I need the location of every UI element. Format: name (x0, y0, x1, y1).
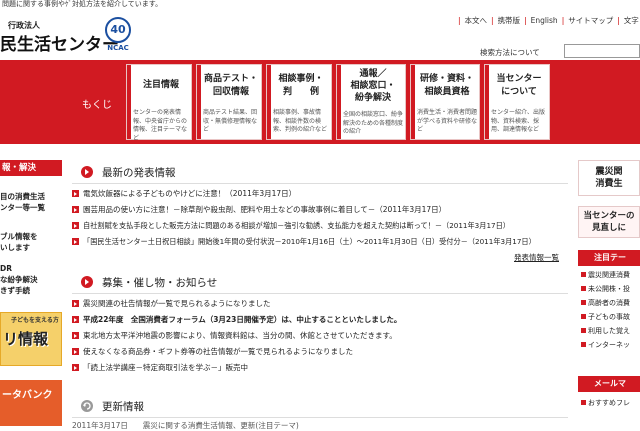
mail-magazine-heading: メールマ (578, 376, 640, 392)
event-item[interactable]: 「読上法学講座－特定商取引法を学ぶ－」販売中 (72, 362, 248, 373)
review-banner-line2: 見直しに (591, 223, 626, 233)
emblem-text: NCAC (107, 44, 129, 52)
nav-card-title: 当センター について (496, 74, 542, 97)
news-item[interactable]: 電気炊飯器による子どものやけどに注意！（2011年3月17日） (72, 188, 296, 199)
event-item[interactable]: 平成22年度 全国消費者フォーラム（3月23日開催予定）は、中止することといたし… (72, 314, 401, 325)
kids-banner-sub: 子どもを支える方 (11, 317, 59, 324)
nav-card-desc: センター紹介、出版物、資料検索、採用、調達情報など (491, 109, 546, 133)
events-section-header: 募集・催し物・お知らせ (72, 270, 568, 294)
theme-link[interactable]: 未公開株・投 (578, 284, 640, 294)
sidebar-item-adr-2[interactable]: な紛争解決 (0, 275, 62, 285)
site-header: 行政法人 民生活センター 40 NCAC | 本文へ | 携帯版 | English | サイ… (0, 10, 640, 60)
nav-card-product-test[interactable]: 商品テスト・ 回収情報 商品テスト結果、回収・無償修理情報など (196, 64, 262, 140)
earthquake-info-banner[interactable]: 震災関 消費生 (578, 160, 640, 196)
updates-section-title: 更新情報 (102, 401, 144, 413)
link-skip-to-content[interactable]: 本文へ (465, 16, 488, 25)
event-item[interactable]: 東北地方太平洋沖地震の影響により、情報資料館は、当分の間、休館とさせていただきま… (72, 330, 397, 341)
left-sidebar: 報・解決 目の消費生活 ンター等一覧 ブル情報を いします DR な紛争解決 き… (0, 160, 62, 426)
sidebar-item-centers-2[interactable]: ンター等一覧 (0, 203, 62, 213)
link-sitemap[interactable]: サイトマップ (568, 16, 613, 25)
theme-link[interactable]: 子どもの事故 (578, 312, 640, 322)
earthquake-banner-line1: 震災関 (595, 167, 623, 177)
sidebar-item-trouble[interactable]: ブル情報を (0, 232, 62, 242)
mail-magazine-link[interactable]: おすすめフレ (578, 398, 640, 408)
events-section-title: 募集・催し物・お知らせ (102, 277, 218, 289)
link-mobile[interactable]: 携帯版 (498, 16, 521, 25)
news-more-link[interactable]: 発表情報一覧 (514, 252, 559, 263)
refresh-icon (81, 400, 93, 412)
event-item[interactable]: 震災関連の社告情報が一覧で見られるようになりました (72, 298, 271, 309)
nav-card-desc: 商品テスト結果、回収・無償修理情報など (203, 109, 258, 133)
kids-banner-title: リ情報 (3, 330, 49, 348)
search-input[interactable] (564, 44, 640, 58)
news-item[interactable]: 「国民生活センター土日祝日相談」開始後1年間の受付状況－2010年1月16日（土… (72, 236, 536, 247)
theme-link[interactable]: 利用した覚え (578, 326, 640, 336)
event-item[interactable]: 使えなくなる商品券・ギフト券等の社告情報が一覧で見られるようになりました (72, 346, 353, 357)
nav-card-featured[interactable]: 注目情報 センターの発表情報、中央省庁からの情報、注目テーマなど (126, 64, 192, 142)
sidebar-item-centers[interactable]: 目の消費生活 (0, 192, 62, 202)
right-sidebar: 震災関 消費生 当センターの 見直しに 注目テー 震災関連消費 未公開株・投 高… (578, 160, 640, 426)
nav-card-title: 研修・資料・ 相談員資格 (419, 74, 474, 97)
theme-link[interactable]: インターネッ (578, 340, 640, 350)
search-help-link[interactable]: 検索方法について (472, 46, 562, 59)
arrow-circle-icon (81, 276, 93, 288)
nav-card-training[interactable]: 研修・資料・ 相談員資格 消費生活・消費者問題が学べる資料や研修など (410, 64, 480, 140)
nav-card-consultation[interactable]: 通報／ 相談窓口・ 紛争解決 全国の相談窓口、紛争解決のための各種制度の紹介 (336, 64, 406, 140)
kids-safety-banner[interactable]: 子どもを支える方 リ情報 (0, 312, 62, 366)
news-section-header: 最新の発表情報 (72, 160, 568, 184)
earthquake-banner-line2: 消費生 (595, 179, 623, 189)
theme-link[interactable]: 高齢者の消費 (578, 298, 640, 308)
link-font-size[interactable]: 文字 (624, 16, 639, 25)
news-item[interactable]: 自社割賦を支払手段とした販売方法に問題のある相談が増加－強引な勧誘、支払能力を超… (72, 220, 510, 231)
left-sidebar-heading: 報・解決 (0, 160, 62, 176)
sidebar-item-adr[interactable]: DR (0, 264, 62, 274)
featured-themes-heading: 注目テー (578, 250, 640, 266)
nav-card-desc: センターの発表情報、中央省庁からの情報、注目テーマなど (133, 109, 188, 142)
nav-card-case-examples[interactable]: 相談事例・ 判 例 相談事例、事故情報、相談件数の検索、判例の紹介など (266, 64, 332, 140)
mokuji-label: もくじ (82, 100, 112, 111)
nav-card-title: 通報／ 相談窓口・ 紛争解決 (350, 69, 396, 103)
arrow-circle-icon (81, 166, 93, 178)
nav-card-title: 注目情報 (142, 80, 179, 90)
top-description: 問題に関する事例やｹﾞ対処方法を紹介しています。 (2, 0, 163, 8)
review-banner-line1: 当センターの (583, 211, 635, 221)
news-section-title: 最新の発表情報 (102, 167, 176, 179)
link-english[interactable]: English (531, 16, 558, 25)
news-item[interactable]: 園芸用品の使い方に注意！－除草剤や殺虫剤、肥料や用土などの事故事例に着目して－（… (72, 204, 446, 215)
nav-card-title: 商品テスト・ 回収情報 (203, 74, 258, 97)
theme-link[interactable]: 震災関連消費 (578, 270, 640, 280)
site-logo[interactable]: 民生活センター (0, 30, 119, 55)
center-review-banner[interactable]: 当センターの 見直しに (578, 206, 640, 238)
nav-card-title: 相談事例・ 判 例 (278, 74, 324, 97)
emblem-number: 40 (105, 17, 131, 43)
updates-section-header: 更新情報 (72, 394, 568, 418)
nav-card-desc: 消費生活・消費者問題が学べる資料や研修など (417, 109, 478, 133)
emblem-logo: 40 NCAC (103, 17, 133, 55)
sidebar-item-trouble-2[interactable]: いします (0, 243, 62, 253)
nav-card-desc: 全国の相談窓口、紛争解決のための各種制度の紹介 (343, 111, 404, 135)
nav-card-about[interactable]: 当センター について センター紹介、出版物、資料検索、採用、調達情報など (484, 64, 550, 140)
sidebar-item-adr-3[interactable]: きず手続 (0, 286, 62, 296)
utility-links: | 本文へ | 携帯版 | English | サイトマップ | 文字 (458, 16, 639, 25)
nav-card-desc: 相談事例、事故情報、相談件数の検索、判例の紹介など (273, 109, 328, 133)
databank-banner[interactable]: ータバンク (0, 380, 62, 426)
